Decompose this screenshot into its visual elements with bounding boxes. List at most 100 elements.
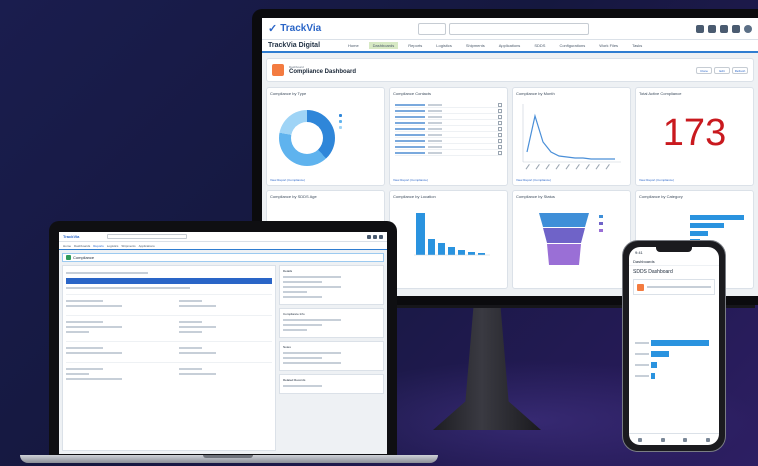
card-title: Compliance by Month: [516, 91, 555, 96]
top-icons: [367, 234, 383, 239]
field-value: [66, 287, 190, 289]
compliance-info-panel: Compliance Info: [279, 308, 384, 338]
phone-screen: 9:41 Dashboards SDDS Dashboard: [629, 247, 719, 445]
phone-nav: Dashboards: [629, 257, 719, 266]
bar: [690, 231, 708, 236]
card-title: Compliance by SDDS Age: [270, 194, 317, 199]
tab-configurations[interactable]: Configurations: [555, 42, 589, 49]
tab-applications[interactable]: Applications: [139, 244, 155, 248]
table-row[interactable]: [395, 150, 502, 156]
card-total-active: Total Active Compliance 173 View Report …: [635, 87, 754, 186]
add-icon[interactable]: [708, 24, 716, 33]
card-title: Compliance by Status: [516, 194, 555, 199]
view-report-link[interactable]: View Report (Compliance): [516, 178, 551, 182]
line-chart[interactable]: [517, 102, 625, 172]
tab-dashboards[interactable]: Dashboards: [368, 42, 399, 49]
phone-bar-chart[interactable]: [635, 339, 715, 383]
avatar[interactable]: [744, 24, 752, 33]
legend-item: [339, 126, 342, 129]
funnel-stage: [547, 244, 581, 265]
total-count: 173: [662, 112, 727, 154]
back-link[interactable]: Dashboards: [633, 259, 655, 264]
tab-work-files[interactable]: Work Files: [595, 42, 622, 49]
tab-applications[interactable]: Applications: [495, 42, 525, 49]
search-scope-select[interactable]: [418, 22, 446, 35]
card-compliance-contacts: Compliance Contacts View Report (Complia…: [389, 87, 508, 186]
app-name[interactable]: TrackVia Digital: [268, 42, 338, 49]
favorites-icon[interactable]: [696, 24, 704, 33]
app-logo[interactable]: ✓ TrackVia: [268, 22, 418, 35]
notifications-icon[interactable]: [683, 437, 688, 442]
phone-record-card[interactable]: [633, 279, 715, 295]
top-icons: [696, 24, 752, 33]
funnel-chart[interactable]: [517, 205, 625, 285]
bar-chart[interactable]: [394, 205, 502, 285]
view-report-link[interactable]: View Report (Compliance): [393, 178, 428, 182]
settings-icon[interactable]: [732, 24, 740, 33]
menu-icon[interactable]: [705, 437, 710, 442]
phone-tab-bar: [629, 433, 719, 445]
search-input[interactable]: [107, 234, 187, 239]
view-report-link[interactable]: View Report (Compliance): [639, 178, 674, 182]
selected-row[interactable]: [66, 278, 272, 284]
field-label: [66, 272, 149, 274]
help-icon[interactable]: [373, 234, 377, 239]
card-title: Compliance by Category: [639, 194, 683, 199]
card-title: Compliance by Type: [270, 91, 307, 96]
legend-item: [339, 114, 342, 117]
bar: [458, 250, 465, 255]
card-compliance-by-type: Compliance by Type View Report (Complian…: [266, 87, 385, 186]
search-input[interactable]: [449, 22, 589, 35]
tab-reports[interactable]: Reports: [404, 42, 426, 49]
record-body: Details Compliance Info Notes Related Re…: [59, 265, 387, 451]
laptop-screen: TrackVia Home Dashboards Reports Logisti…: [59, 232, 387, 454]
record-sidebar: Details Compliance Info Notes Related Re…: [279, 265, 384, 451]
nav-bar: TrackVia Digital Home Dashboards Reports…: [262, 40, 758, 53]
field-row: [66, 344, 272, 357]
refresh-button[interactable]: Refresh: [732, 66, 748, 74]
card-title: Total Active Compliance: [639, 91, 682, 96]
tab-logistics[interactable]: Logistics: [107, 244, 119, 248]
laptop-notch: [203, 455, 253, 458]
bar-row: [635, 339, 715, 347]
tab-shipments[interactable]: Shipments: [462, 42, 489, 49]
settings-icon[interactable]: [379, 234, 383, 239]
dashboard-icon: [272, 64, 284, 76]
donut-chart[interactable]: [279, 110, 335, 166]
edit-button[interactable]: Edit: [714, 66, 730, 74]
tab-shipments[interactable]: Shipments: [121, 244, 135, 248]
record-main: [62, 265, 276, 451]
laptop-top-bar: TrackVia: [59, 232, 387, 242]
global-search[interactable]: [418, 22, 696, 35]
tab-sdds[interactable]: SDDS: [530, 42, 549, 49]
page-header: Dashboard Compliance Dashboard Clone Edi…: [266, 58, 754, 82]
add-icon[interactable]: [367, 234, 371, 239]
phone-title: SDDS Dashboard: [633, 269, 673, 275]
home-icon[interactable]: [638, 437, 643, 442]
bar: [690, 223, 724, 228]
card-compliance-by-month: Compliance by Month View Report (Complia…: [512, 87, 631, 186]
header-actions: Clone Edit Refresh: [696, 66, 748, 74]
tab-home[interactable]: Home: [344, 42, 363, 49]
tab-reports[interactable]: Reports: [93, 244, 104, 248]
panel-title: Related Records: [283, 378, 306, 382]
bar: [438, 243, 445, 255]
tab-dashboards[interactable]: Dashboards: [74, 244, 90, 248]
field-row: [66, 297, 272, 310]
tab-home[interactable]: Home: [63, 244, 71, 248]
tab-tasks[interactable]: Tasks: [628, 42, 646, 49]
top-bar: ✓ TrackVia: [262, 18, 758, 40]
field-row: [66, 365, 272, 383]
clone-button[interactable]: Clone: [696, 66, 712, 74]
bar-row: [635, 372, 715, 380]
search-icon[interactable]: [660, 437, 665, 442]
help-icon[interactable]: [720, 24, 728, 33]
app-logo[interactable]: TrackVia: [63, 234, 103, 239]
funnel-stage: [543, 228, 585, 243]
tab-logistics[interactable]: Logistics: [432, 42, 456, 49]
bar-row: [635, 361, 715, 369]
view-report-link[interactable]: View Report (Compliance): [270, 178, 305, 182]
bar: [428, 239, 435, 255]
chart-legend: [339, 114, 342, 129]
record-title: Compliance: [73, 255, 95, 260]
